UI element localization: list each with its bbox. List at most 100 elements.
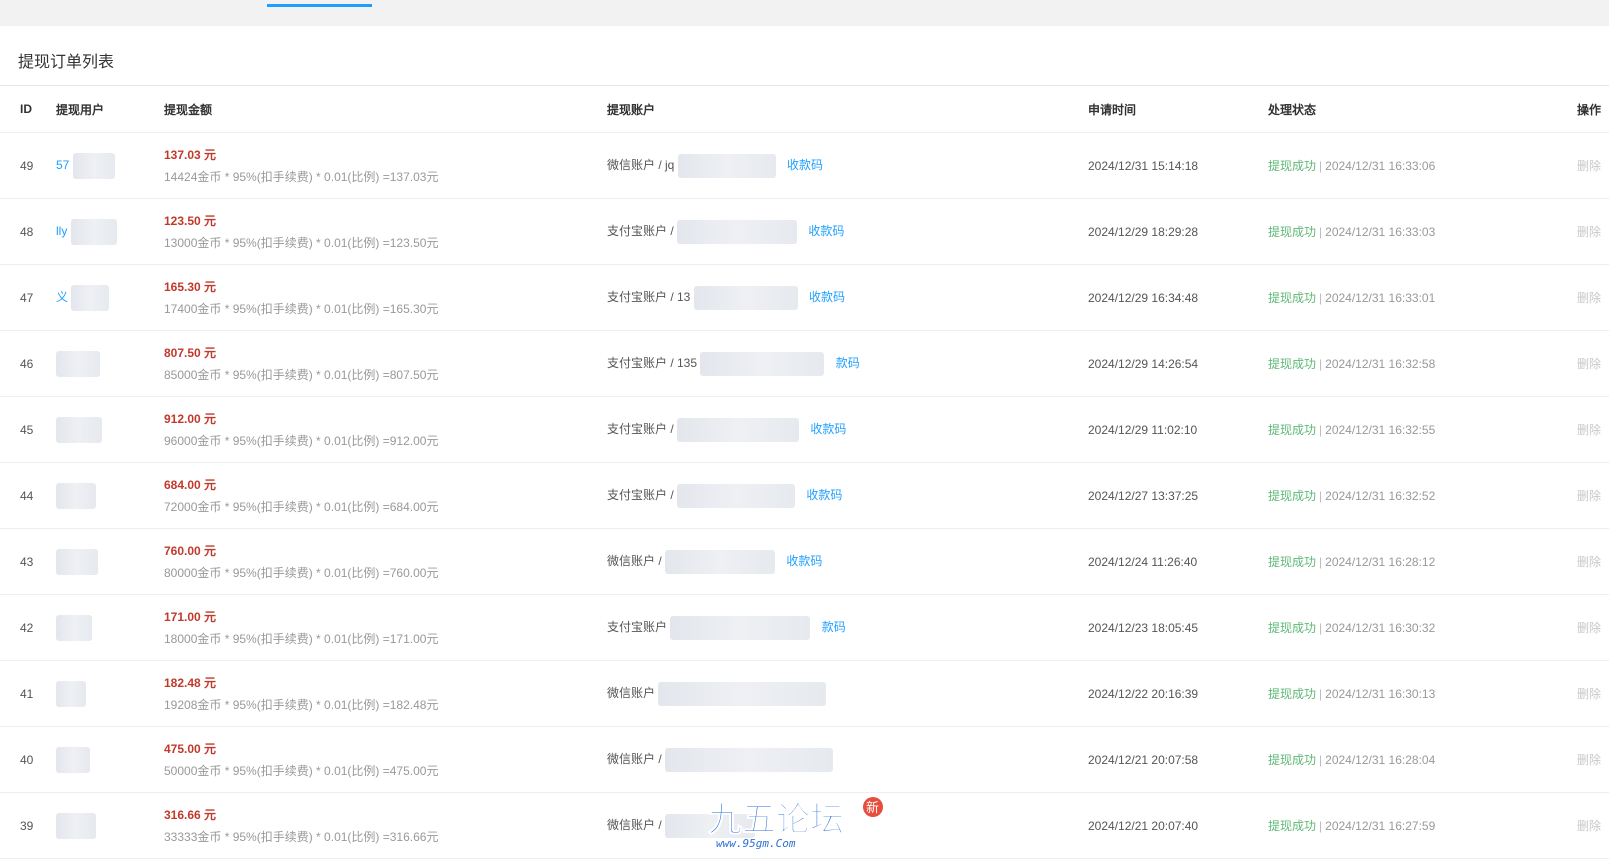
row-id: 45 <box>0 396 56 463</box>
blurred-user <box>56 746 90 773</box>
amount-formula: 72000金币 * 95%(扣手续费) * 0.01(比例) =684.00元 <box>164 500 439 514</box>
user-link[interactable]: lly <box>56 224 67 238</box>
delete-button[interactable]: 删除 <box>1533 396 1609 463</box>
amount-cell: 165.30 元 17400金币 * 95%(扣手续费) * 0.01(比例) … <box>164 264 607 331</box>
delete-button[interactable]: 删除 <box>1533 330 1609 397</box>
status-time: 2024/12/31 16:28:04 <box>1325 753 1436 767</box>
table-row: 47 义 165.30 元 17400金币 * 95%(扣手续费) * 0.01… <box>0 264 1609 331</box>
status-cell: 提现成功 | 2024/12/31 16:33:06 <box>1268 132 1533 199</box>
apply-time: 2024/12/22 20:16:39 <box>1088 660 1268 727</box>
blurred-user <box>56 812 96 839</box>
blurred-account <box>677 219 798 244</box>
apply-time: 2024/12/21 20:07:58 <box>1088 726 1268 793</box>
active-tab-indicator[interactable] <box>267 4 372 7</box>
table-header-row: ID 提现用户 提现金额 提现账户 申请时间 处理状态 操作 <box>0 86 1609 133</box>
amount-cell: 912.00 元 96000金币 * 95%(扣手续费) * 0.01(比例) … <box>164 396 607 463</box>
qr-code-link[interactable]: 款码 <box>822 620 846 634</box>
status-divider: | <box>1319 555 1323 569</box>
status-divider: | <box>1319 291 1323 305</box>
qr-code-link[interactable]: 收款码 <box>786 554 822 568</box>
status-cell: 提现成功 | 2024/12/31 16:30:13 <box>1268 660 1533 727</box>
col-header-amount: 提现金额 <box>164 86 607 133</box>
status-cell: 提现成功 | 2024/12/31 16:33:01 <box>1268 264 1533 331</box>
status-time: 2024/12/31 16:33:01 <box>1325 291 1436 305</box>
status-divider: | <box>1319 621 1323 635</box>
status-badge: 提现成功 <box>1268 489 1317 503</box>
amount-cell: 182.48 元 19208金币 * 95%(扣手续费) * 0.01(比例) … <box>164 660 607 727</box>
amount-formula: 50000金币 * 95%(扣手续费) * 0.01(比例) =475.00元 <box>164 764 439 778</box>
delete-button[interactable]: 删除 <box>1533 726 1609 793</box>
col-header-op: 操作 <box>1533 86 1609 133</box>
status-cell: 提现成功 | 2024/12/31 16:27:59 <box>1268 792 1533 859</box>
col-header-account: 提现账户 <box>607 86 1088 133</box>
account-text: 支付宝账户 / <box>607 487 674 502</box>
amount-formula: 14424金币 * 95%(扣手续费) * 0.01(比例) =137.03元 <box>164 170 439 184</box>
user-cell <box>56 528 164 595</box>
row-id: 39 <box>0 792 56 859</box>
qr-code-link[interactable]: 款码 <box>836 356 860 370</box>
col-header-user: 提现用户 <box>56 86 164 133</box>
user-cell <box>56 462 164 529</box>
amount-formula: 33333金币 * 95%(扣手续费) * 0.01(比例) =316.66元 <box>164 830 439 844</box>
delete-button[interactable]: 删除 <box>1533 198 1609 265</box>
withdraw-orders-table: ID 提现用户 提现金额 提现账户 申请时间 处理状态 操作 49 57 137… <box>0 86 1609 859</box>
panel-header: 提现订单列表 <box>0 26 1609 86</box>
account-cell: 微信账户 / 收款码 <box>607 528 1088 595</box>
watermark-badge: 新 <box>866 800 879 816</box>
delete-button[interactable]: 删除 <box>1533 792 1609 859</box>
user-link[interactable]: 义 <box>56 290 68 304</box>
account-cell: 支付宝账户 / 135 款码 <box>607 330 1088 397</box>
account-cell: 支付宝账户 / 收款码 <box>607 462 1088 529</box>
user-link[interactable]: 57 <box>56 158 69 172</box>
status-badge: 提现成功 <box>1268 687 1317 701</box>
delete-button[interactable]: 删除 <box>1533 594 1609 661</box>
delete-button[interactable]: 删除 <box>1533 264 1609 331</box>
apply-time: 2024/12/23 18:05:45 <box>1088 594 1268 661</box>
account-text: 微信账户 / <box>607 553 662 568</box>
blurred-user <box>56 482 96 509</box>
status-divider: | <box>1319 159 1323 173</box>
qr-code-link[interactable]: 收款码 <box>810 422 846 436</box>
row-id: 49 <box>0 132 56 199</box>
amount-formula: 13000金币 * 95%(扣手续费) * 0.01(比例) =123.50元 <box>164 236 439 250</box>
status-divider: | <box>1319 489 1323 503</box>
col-header-id: ID <box>0 86 56 133</box>
status-time: 2024/12/31 16:32:55 <box>1325 423 1436 437</box>
qr-code-link[interactable]: 收款码 <box>806 488 842 502</box>
blurred-user <box>71 284 110 311</box>
amount-formula: 85000金币 * 95%(扣手续费) * 0.01(比例) =807.50元 <box>164 368 439 382</box>
amount-cell: 316.66 元 33333金币 * 95%(扣手续费) * 0.01(比例) … <box>164 792 607 859</box>
qr-code-link[interactable]: 收款码 <box>809 290 845 304</box>
status-badge: 提现成功 <box>1268 753 1317 767</box>
table-row: 45 912.00 元 96000金币 * 95%(扣手续费) * 0.01(比… <box>0 396 1609 463</box>
page-title: 提现订单列表 <box>18 54 115 71</box>
row-id: 42 <box>0 594 56 661</box>
qr-code-link[interactable]: 收款码 <box>787 158 823 172</box>
delete-button[interactable]: 删除 <box>1533 528 1609 595</box>
row-id: 47 <box>0 264 56 331</box>
amount-value: 171.00 元 <box>164 610 217 624</box>
amount-value: 807.50 元 <box>164 346 217 360</box>
status-divider: | <box>1319 753 1323 767</box>
row-id: 48 <box>0 198 56 265</box>
top-tab-bar <box>0 0 1609 27</box>
qr-code-link[interactable]: 收款码 <box>808 224 844 238</box>
user-cell: lly <box>56 198 164 265</box>
blurred-user <box>72 152 115 179</box>
amount-value: 123.50 元 <box>164 214 217 228</box>
status-time: 2024/12/31 16:33:06 <box>1325 159 1436 173</box>
status-time: 2024/12/31 16:27:59 <box>1325 819 1436 833</box>
account-cell: 支付宝账户 / 13 收款码 <box>607 264 1088 331</box>
user-cell <box>56 594 164 661</box>
status-time: 2024/12/31 16:32:58 <box>1325 357 1436 371</box>
user-cell: 57 <box>56 132 164 199</box>
delete-button[interactable]: 删除 <box>1533 132 1609 199</box>
blurred-user <box>56 416 102 443</box>
col-header-status: 处理状态 <box>1268 86 1533 133</box>
table-row: 49 57 137.03 元 14424金币 * 95%(扣手续费) * 0.0… <box>0 132 1609 199</box>
status-divider: | <box>1319 225 1323 239</box>
account-cell: 微信账户 / jq 收款码 <box>607 132 1088 199</box>
delete-button[interactable]: 删除 <box>1533 660 1609 727</box>
delete-button[interactable]: 删除 <box>1533 462 1609 529</box>
account-cell: 支付宝账户 / 收款码 <box>607 198 1088 265</box>
